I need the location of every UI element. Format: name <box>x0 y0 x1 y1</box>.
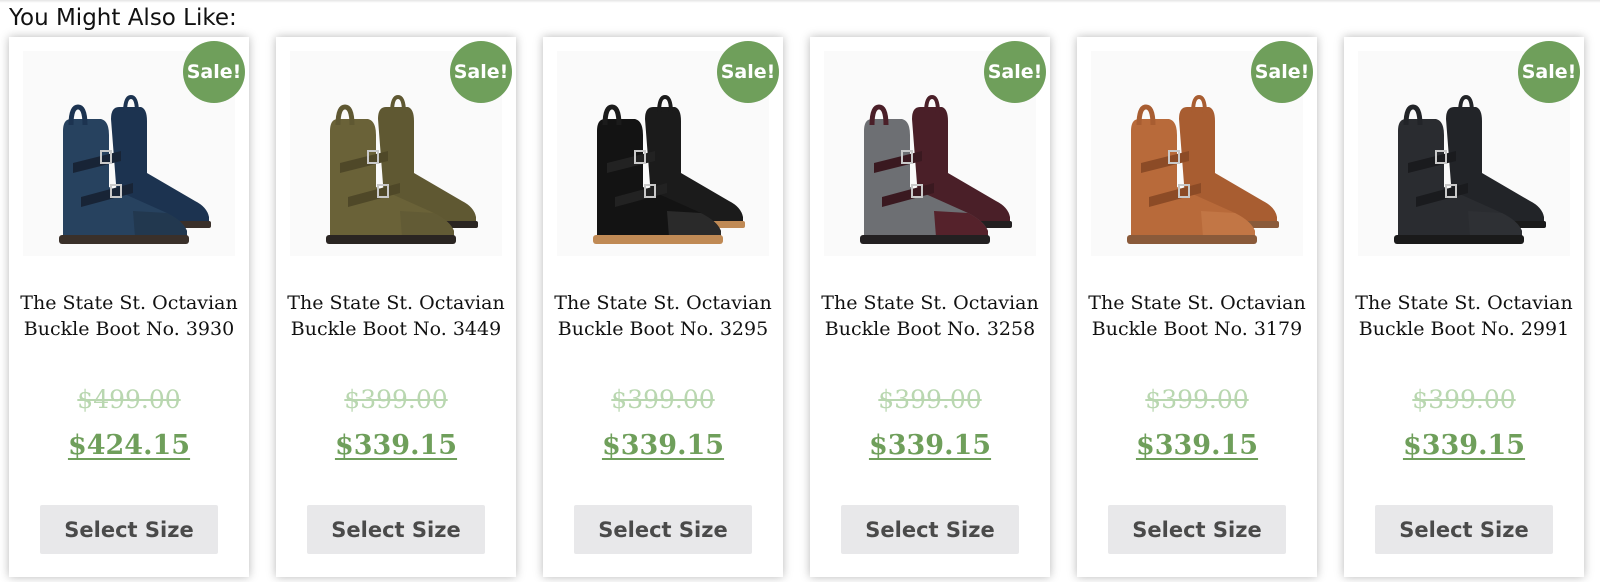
product-name[interactable]: The State St. Octavian Buckle Boot No. 3… <box>551 290 775 342</box>
select-size-button[interactable]: Select Size <box>1108 505 1286 554</box>
product-name[interactable]: The State St. Octavian Buckle Boot No. 3… <box>17 290 241 342</box>
product-name[interactable]: The State St. Octavian Buckle Boot No. 3… <box>284 290 508 342</box>
select-size-button[interactable]: Select Size <box>40 505 218 554</box>
sale-price[interactable]: $339.15 <box>1344 428 1584 464</box>
sale-badge: Sale! <box>183 41 245 103</box>
original-price: $399.00 <box>1412 385 1516 414</box>
product-carousel: Sale! The State St. Octavian Buckle Boot… <box>9 37 1584 577</box>
product-card-2[interactable]: Sale! The State St. Octavian Buckle Boot… <box>276 37 516 577</box>
product-name[interactable]: The State St. Octavian Buckle Boot No. 3… <box>818 290 1042 342</box>
top-divider <box>0 0 1600 3</box>
product-card-6[interactable]: Sale! The State St. Octavian Buckle Boot… <box>1344 37 1584 577</box>
select-size-button[interactable]: Select Size <box>1375 505 1553 554</box>
select-size-button[interactable]: Select Size <box>307 505 485 554</box>
original-price: $399.00 <box>611 385 715 414</box>
sale-badge: Sale! <box>1518 41 1580 103</box>
select-size-button[interactable]: Select Size <box>574 505 752 554</box>
product-card-5[interactable]: Sale! The State St. Octavian Buckle Boot… <box>1077 37 1317 577</box>
sale-badge: Sale! <box>450 41 512 103</box>
sale-badge: Sale! <box>1251 41 1313 103</box>
original-price: $399.00 <box>344 385 448 414</box>
sale-price[interactable]: $339.15 <box>1077 428 1317 464</box>
sale-price[interactable]: $339.15 <box>276 428 516 464</box>
sale-price[interactable]: $424.15 <box>9 428 249 464</box>
select-size-button[interactable]: Select Size <box>841 505 1019 554</box>
sale-badge: Sale! <box>984 41 1046 103</box>
original-price: $499.00 <box>77 385 181 414</box>
product-name[interactable]: The State St. Octavian Buckle Boot No. 3… <box>1085 290 1309 342</box>
product-card-1[interactable]: Sale! The State St. Octavian Buckle Boot… <box>9 37 249 577</box>
sale-badge: Sale! <box>717 41 779 103</box>
product-name[interactable]: The State St. Octavian Buckle Boot No. 2… <box>1352 290 1576 342</box>
section-heading: You Might Also Like: <box>9 5 237 31</box>
sale-price[interactable]: $339.15 <box>543 428 783 464</box>
product-card-3[interactable]: Sale! The State St. Octavian Buckle Boot… <box>543 37 783 577</box>
sale-price[interactable]: $339.15 <box>810 428 1050 464</box>
original-price: $399.00 <box>1145 385 1249 414</box>
original-price: $399.00 <box>878 385 982 414</box>
product-card-4[interactable]: Sale! The State St. Octavian Buckle Boot… <box>810 37 1050 577</box>
